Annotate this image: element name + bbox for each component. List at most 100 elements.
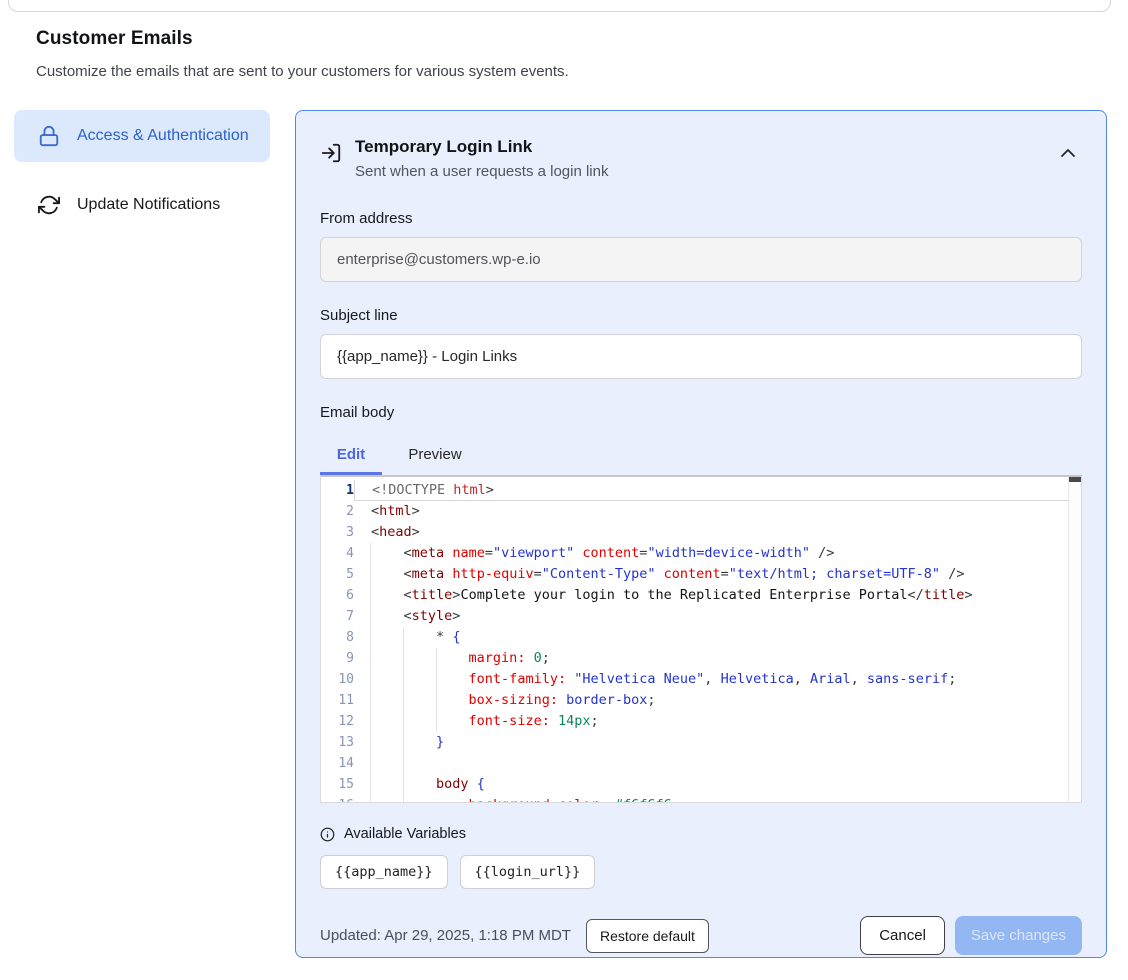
code-text: font-family: "Helvetica Neue", Helvetica…: [354, 669, 1069, 690]
code-token: [371, 692, 469, 708]
code-token: style: [412, 608, 453, 624]
code-token: [371, 545, 404, 561]
code-token: [859, 671, 867, 687]
code-text: <meta name="viewport" content="width=dev…: [354, 543, 1069, 564]
code-token: ,: [851, 671, 859, 687]
code-token: <: [404, 587, 412, 603]
code-line[interactable]: 8 * {: [321, 627, 1081, 648]
code-token: <: [371, 524, 379, 540]
code-line[interactable]: 3<head>: [321, 522, 1081, 543]
code-text: font-size: 14px;: [354, 711, 1069, 732]
email-body-label: Email body: [320, 404, 1082, 421]
lock-icon: [38, 125, 60, 147]
code-token: >: [412, 503, 420, 519]
code-token: meta: [412, 566, 445, 582]
code-token: html: [379, 503, 412, 519]
code-token: =: [534, 566, 542, 582]
subject-line-input[interactable]: [320, 334, 1082, 379]
code-line[interactable]: 4 <meta name="viewport" content="width=d…: [321, 543, 1081, 564]
code-token: "text/html; charset=UTF-8": [729, 566, 940, 582]
code-line[interactable]: 2<html>: [321, 501, 1081, 522]
code-token: [525, 650, 533, 666]
tab-edit[interactable]: Edit: [320, 437, 382, 475]
code-editor[interactable]: 1<!DOCTYPE html>2<html>3<head>4 <meta na…: [320, 475, 1082, 803]
line-number: 1: [321, 480, 354, 501]
subject-line-label: Subject line: [320, 307, 1082, 324]
collapse-section-button[interactable]: [1054, 141, 1082, 165]
page-subtitle: Customize the emails that are sent to yo…: [36, 63, 936, 80]
restore-default-button[interactable]: Restore default: [586, 919, 709, 953]
editor-scrollbar-track[interactable]: [1068, 477, 1081, 802]
code-token: content: [582, 545, 639, 561]
code-token: 14px: [558, 713, 591, 729]
code-token: ;: [647, 692, 655, 708]
code-text: <head>: [354, 522, 1069, 543]
code-line[interactable]: 12 font-size: 14px;: [321, 711, 1081, 732]
code-token: body: [436, 776, 469, 792]
code-line[interactable]: 15 body {: [321, 774, 1081, 795]
cancel-button[interactable]: Cancel: [860, 916, 945, 955]
indent-guide: [370, 543, 371, 802]
page-header: Customer Emails Customize the emails tha…: [36, 28, 936, 80]
code-token: =: [721, 566, 729, 582]
code-line[interactable]: 5 <meta http-equiv="Content-Type" conten…: [321, 564, 1081, 585]
code-token: [802, 671, 810, 687]
code-token: title: [412, 587, 453, 603]
save-changes-button[interactable]: Save changes: [955, 916, 1082, 955]
sidebar-item-access-authentication[interactable]: Access & Authentication: [14, 110, 270, 162]
code-token: [810, 545, 818, 561]
code-line[interactable]: 6 <title>Complete your login to the Repl…: [321, 585, 1081, 606]
variable-chips: {{app_name}} {{login_url}}: [320, 855, 1082, 889]
line-number: 4: [321, 543, 354, 564]
line-number: 14: [321, 753, 354, 774]
line-number: 6: [321, 585, 354, 606]
variable-chip-login-url[interactable]: {{login_url}}: [460, 855, 596, 889]
panel-header-text: Temporary Login Link Sent when a user re…: [355, 137, 608, 180]
available-variables-header: Available Variables: [320, 826, 1082, 842]
code-line[interactable]: 9 margin: 0;: [321, 648, 1081, 669]
code-token: <: [404, 608, 412, 624]
line-number: 3: [321, 522, 354, 543]
chevron-up-icon: [1060, 147, 1076, 159]
code-token: font-size:: [469, 713, 550, 729]
sidebar-item-update-notifications[interactable]: Update Notifications: [14, 179, 270, 231]
code-line[interactable]: 11 box-sizing: border-box;: [321, 690, 1081, 711]
refresh-icon: [38, 194, 60, 216]
code-text: box-sizing: border-box;: [354, 690, 1069, 711]
available-variables-label: Available Variables: [344, 826, 466, 842]
code-token: </: [907, 587, 923, 603]
code-line[interactable]: 16 background-color: #f6f6f6;: [321, 795, 1081, 803]
code-token: {: [452, 629, 460, 645]
code-line[interactable]: 13 }: [321, 732, 1081, 753]
variable-chip-app-name[interactable]: {{app_name}}: [320, 855, 448, 889]
editor-scrollbar-thumb[interactable]: [1069, 477, 1081, 482]
indent-guide: [403, 627, 404, 802]
code-token: <: [404, 566, 412, 582]
tab-preview[interactable]: Preview: [404, 437, 466, 475]
code-token: [371, 650, 469, 666]
code-token: ;: [542, 650, 550, 666]
code-token: {: [477, 776, 485, 792]
code-token: [712, 671, 720, 687]
code-token: font-family:: [469, 671, 567, 687]
code-token: *: [436, 629, 444, 645]
code-line[interactable]: 10 font-family: "Helvetica Neue", Helvet…: [321, 669, 1081, 690]
code-token: box-sizing:: [469, 692, 558, 708]
code-line[interactable]: 1<!DOCTYPE html>: [321, 480, 1081, 501]
code-text: [354, 753, 1069, 774]
code-token: >: [486, 482, 494, 498]
code-text: <!DOCTYPE html>: [354, 480, 1069, 501]
code-text: margin: 0;: [354, 648, 1069, 669]
code-line[interactable]: 14: [321, 753, 1081, 774]
code-token: <: [371, 503, 379, 519]
panel-header: Temporary Login Link Sent when a user re…: [320, 137, 1082, 180]
line-number: 15: [321, 774, 354, 795]
code-token: />: [948, 566, 964, 582]
code-token: ;: [948, 671, 956, 687]
code-token: "Content-Type": [542, 566, 656, 582]
line-number: 11: [321, 690, 354, 711]
code-line[interactable]: 7 <style>: [321, 606, 1081, 627]
code-token: <!DOCTYPE: [372, 482, 453, 498]
code-text: * {: [354, 627, 1069, 648]
line-number: 8: [321, 627, 354, 648]
